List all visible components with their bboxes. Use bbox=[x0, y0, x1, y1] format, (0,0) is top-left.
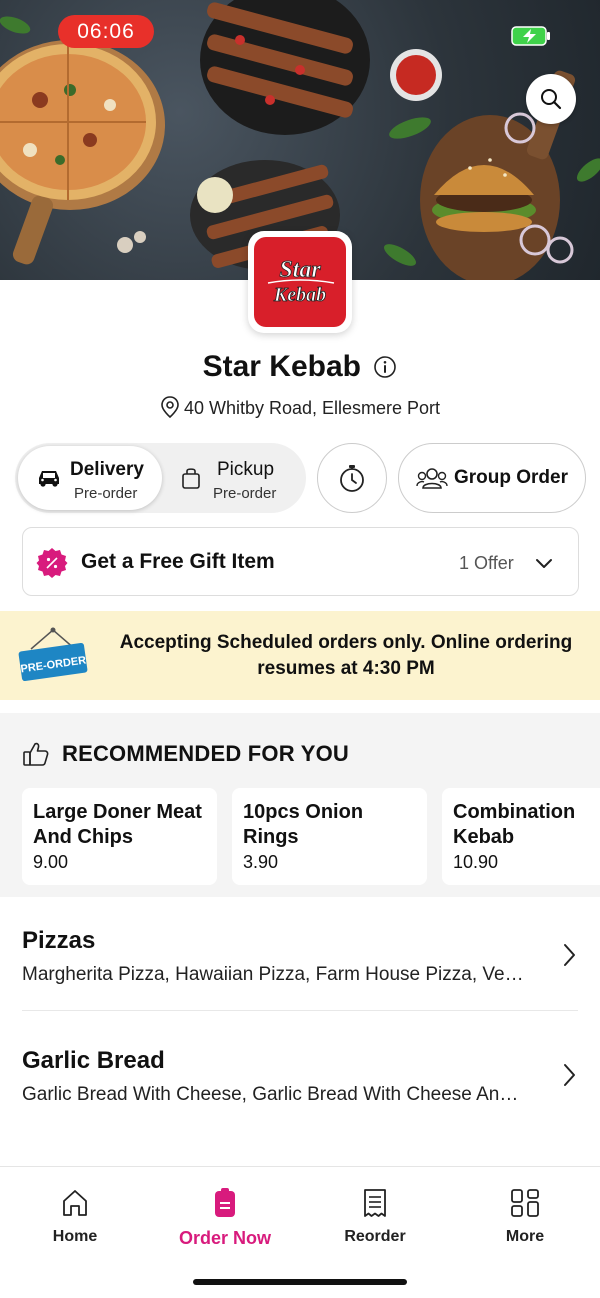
banner-message: Accepting Scheduled orders only. Online … bbox=[119, 632, 573, 679]
address-text: 40 Whitby Road, Ellesmere Port bbox=[183, 398, 441, 418]
recommended-item-price: 3.90 bbox=[243, 852, 279, 872]
nav-more-label: More bbox=[505, 1228, 545, 1245]
offer-dropdown[interactable]: Get a Free Gift Item 1 Offer bbox=[22, 527, 579, 596]
info-icon[interactable] bbox=[373, 355, 397, 379]
recommended-header: RECOMMENDED FOR YOU bbox=[22, 741, 349, 767]
group-order-label: Group Order bbox=[453, 467, 568, 488]
nav-reorder[interactable]: Reorder bbox=[320, 1187, 430, 1246]
nav-order-now-label: Order Now bbox=[178, 1228, 271, 1248]
stopwatch-icon bbox=[340, 465, 364, 492]
delivery-sublabel: Pre-order bbox=[74, 485, 138, 502]
pickup-label: Pickup bbox=[217, 459, 275, 480]
home-icon bbox=[63, 1190, 87, 1216]
schedule-timer-button[interactable] bbox=[317, 443, 387, 513]
status-time: 06:06 bbox=[58, 15, 154, 48]
recommended-item-name: 10pcs Onion Rings bbox=[243, 801, 364, 848]
recommended-item-name: Combination Kebab bbox=[453, 801, 576, 848]
nav-home-label: Home bbox=[52, 1228, 98, 1245]
logo-text-line1: Star bbox=[279, 257, 321, 283]
chevron-down-icon bbox=[536, 559, 552, 568]
search-button[interactable] bbox=[526, 74, 576, 124]
chevron-right-icon bbox=[564, 1064, 575, 1086]
recommended-title: RECOMMENDED FOR YOU bbox=[62, 741, 349, 766]
grid-icon bbox=[511, 1189, 539, 1217]
nav-home[interactable]: Home bbox=[20, 1187, 130, 1246]
group-users-icon bbox=[416, 468, 448, 489]
offer-title: Get a Free Gift Item bbox=[81, 550, 275, 573]
recommended-item-name: Large Doner Meat And Chips bbox=[33, 801, 202, 848]
order-now-icon bbox=[215, 1188, 235, 1217]
restaurant-address: 40 Whitby Road, Ellesmere Port bbox=[0, 396, 600, 419]
nav-order-now[interactable]: Order Now bbox=[170, 1187, 280, 1249]
chevron-right-icon bbox=[564, 944, 575, 966]
thumbs-up-icon bbox=[23, 742, 49, 766]
receipt-icon bbox=[364, 1189, 386, 1217]
divider bbox=[22, 1010, 578, 1011]
preorder-sign-icon: PRE-ORDER bbox=[18, 627, 88, 682]
home-indicator bbox=[193, 1279, 407, 1285]
category-title: Garlic Bread bbox=[22, 1047, 165, 1074]
category-row[interactable]: Garlic Bread Garlic Bread With Cheese, G… bbox=[0, 1017, 600, 1129]
car-icon bbox=[39, 471, 59, 487]
offer-count: 1 Offer bbox=[459, 553, 514, 573]
recommended-item-card[interactable]: 10pcs Onion Rings 3.90 bbox=[232, 788, 427, 885]
location-pin-icon bbox=[161, 396, 179, 419]
recommended-section: RECOMMENDED FOR YOU Large Doner Meat And… bbox=[0, 713, 600, 897]
recommended-item-price: 10.90 bbox=[453, 852, 499, 872]
delivery-option[interactable]: Delivery Pre-order bbox=[18, 446, 162, 510]
preorder-notice-banner: PRE-ORDER Accepting Scheduled orders onl… bbox=[0, 611, 600, 700]
recommended-item-price: 9.00 bbox=[33, 852, 69, 872]
nav-reorder-label: Reorder bbox=[344, 1228, 406, 1245]
restaurant-name: Star Kebab bbox=[202, 350, 361, 383]
group-order-button[interactable]: Group Order bbox=[398, 443, 586, 513]
order-mode-toggle: Delivery Pre-order Pickup Pre-order bbox=[15, 443, 306, 513]
pickup-option[interactable]: Pickup Pre-order bbox=[167, 446, 303, 510]
category-description: Margherita Pizza, Hawaiian Pizza, Farm H… bbox=[22, 964, 527, 985]
battery-charging-icon bbox=[511, 26, 550, 46]
restaurant-title-row: Star Kebab bbox=[0, 350, 600, 390]
recommended-item-card[interactable]: Large Doner Meat And Chips 9.00 bbox=[22, 788, 217, 885]
recommended-item-card[interactable]: Combination Kebab 10.90 bbox=[442, 788, 600, 885]
shopping-bag-icon bbox=[182, 468, 200, 489]
restaurant-logo: Star Kebab bbox=[248, 231, 352, 333]
category-title: Pizzas bbox=[22, 927, 96, 954]
search-icon bbox=[541, 89, 562, 110]
discount-badge-icon bbox=[36, 548, 68, 578]
nav-more[interactable]: More bbox=[470, 1187, 580, 1246]
category-description: Garlic Bread With Cheese, Garlic Bread W… bbox=[22, 1084, 527, 1105]
logo-text-line2: Kebab bbox=[273, 284, 326, 306]
pickup-sublabel: Pre-order bbox=[213, 485, 277, 502]
category-row[interactable]: Pizzas Margherita Pizza, Hawaiian Pizza,… bbox=[0, 897, 600, 1009]
delivery-label: Delivery bbox=[70, 459, 144, 480]
